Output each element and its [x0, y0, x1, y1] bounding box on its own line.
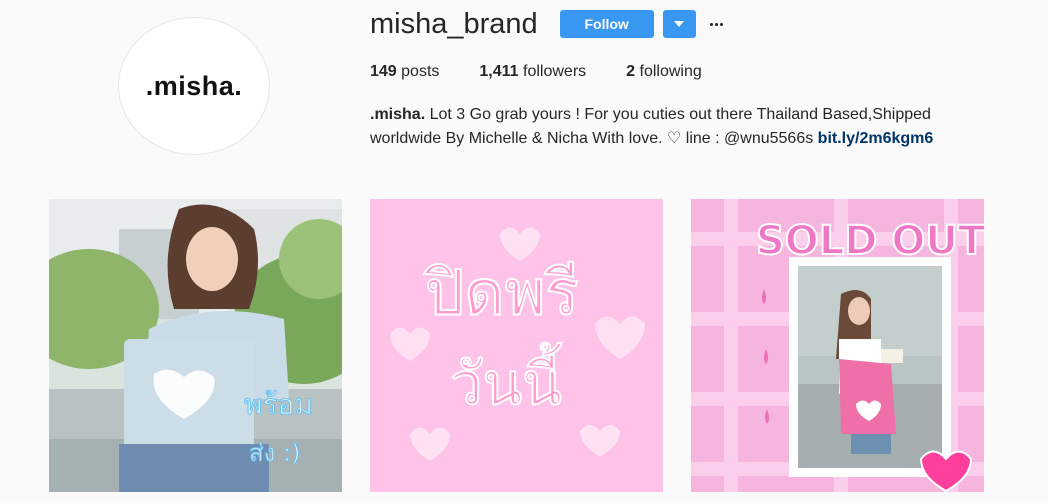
- post-image-1: พร้อม ส่ง :): [49, 199, 342, 492]
- bio-line-2: worldwide By Michelle & Nicha With love.…: [370, 130, 814, 147]
- username: misha_brand: [370, 7, 538, 40]
- followers-stat[interactable]: 1,411 followers: [479, 63, 586, 81]
- following-label: following: [639, 63, 702, 80]
- bio-name: .misha.: [370, 106, 426, 123]
- post-1-overlay-text-2: ส่ง :): [249, 439, 300, 467]
- followers-label: followers: [523, 63, 587, 80]
- profile-stats: 149 posts 1,411 followers 2 following: [370, 63, 742, 81]
- following-stat[interactable]: 2 following: [626, 63, 702, 81]
- more-options-icon[interactable]: [709, 14, 723, 34]
- posts-label: posts: [401, 63, 440, 80]
- followers-count: 1,411: [479, 63, 519, 80]
- bio-line-1: Lot 3 Go grab yours ! For you cuties out…: [429, 106, 931, 123]
- caret-down-icon: [674, 21, 685, 27]
- profile-header: misha_brand Follow: [370, 6, 723, 42]
- suggestions-dropdown-button[interactable]: [662, 10, 696, 38]
- following-count: 2: [626, 63, 636, 80]
- post-thumbnail-1[interactable]: พร้อม ส่ง :): [49, 199, 342, 492]
- posts-stat: 149 posts: [370, 63, 439, 81]
- profile-bio: .misha. Lot 3 Go grab yours ! For you cu…: [370, 103, 1010, 151]
- post-thumbnail-2[interactable]: ปิดพรี วันนี้: [370, 199, 663, 492]
- posts-count: 149: [370, 63, 397, 80]
- post-thumbnail-3[interactable]: SOLD OUT: [691, 199, 984, 492]
- bio-link[interactable]: bit.ly/2m6kgm6: [818, 130, 934, 147]
- follow-button[interactable]: Follow: [559, 10, 654, 38]
- post-2-overlay-text-1: ปิดพรี: [423, 256, 578, 329]
- profile-avatar[interactable]: .misha.: [118, 17, 270, 155]
- avatar-label: .misha.: [145, 70, 243, 101]
- post-image-3: SOLD OUT: [691, 199, 984, 492]
- post-2-overlay-text-2: วันนี้: [450, 343, 562, 418]
- post-1-overlay-text-1: พร้อม: [244, 388, 313, 421]
- post-image-2: ปิดพรี วันนี้: [370, 199, 663, 492]
